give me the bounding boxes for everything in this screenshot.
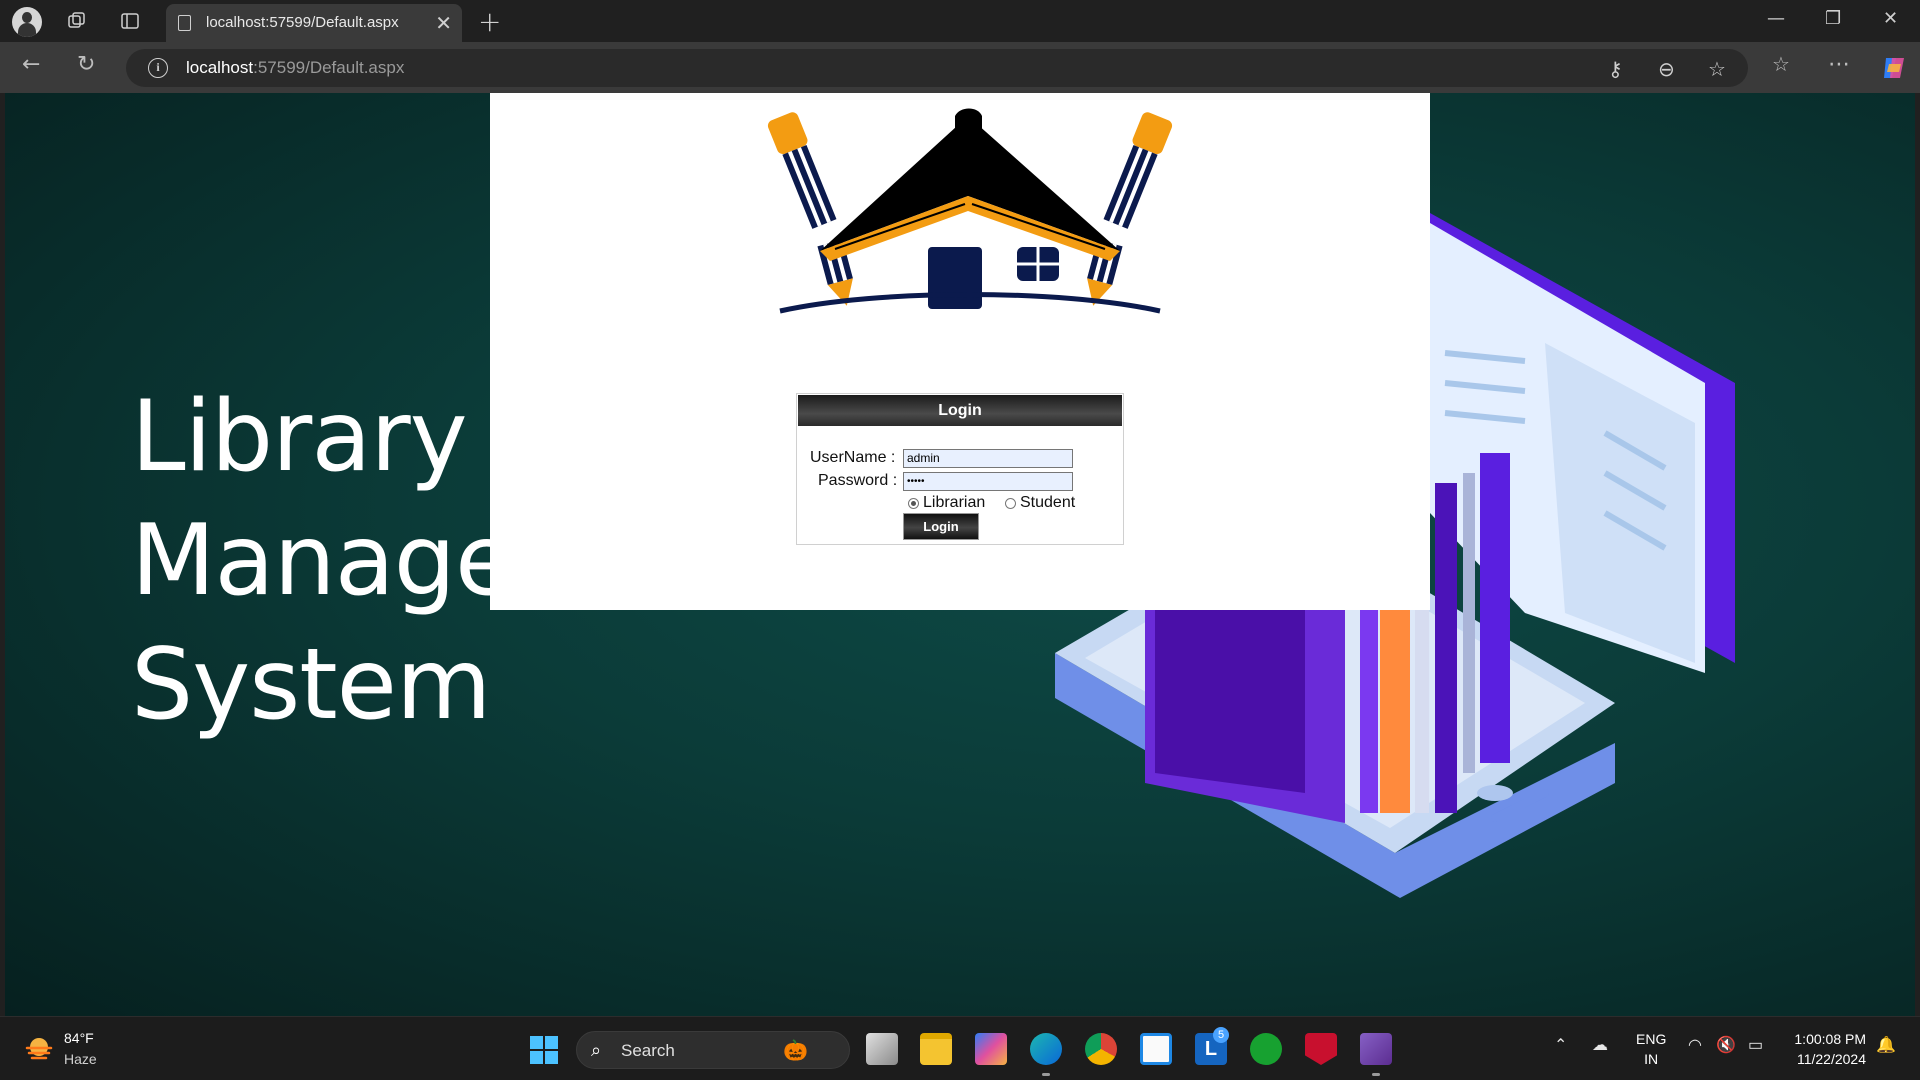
hero-line-3: System <box>131 628 491 742</box>
edge-running-indicator <box>1042 1073 1050 1076</box>
taskbar-search[interactable]: ⌕ Search 🎃 <box>576 1031 850 1069</box>
weather-condition[interactable]: Haze <box>64 1051 97 1067</box>
student-radio[interactable] <box>1005 498 1016 509</box>
page-icon <box>178 15 191 31</box>
edge-icon[interactable] <box>1030 1033 1062 1065</box>
browser-titlebar: localhost:57599/Default.aspx ✕ + — ❐ ✕ <box>0 0 1920 42</box>
workspaces-icon[interactable] <box>62 6 92 36</box>
librarian-label[interactable]: Librarian <box>923 494 985 512</box>
copilot-app-icon[interactable] <box>975 1033 1007 1065</box>
tab-title: localhost:57599/Default.aspx <box>206 14 399 31</box>
windows-taskbar: 84°F Haze ⌕ Search 🎃 L 5 ⌃ ☁ ENG IN ◠ 🔇 … <box>0 1016 1920 1080</box>
restore-icon[interactable]: ❐ <box>1825 8 1841 29</box>
task-view-icon[interactable] <box>866 1033 898 1065</box>
onedrive-cloud-icon[interactable]: ☁ <box>1592 1035 1608 1055</box>
login-header: Login <box>798 395 1122 426</box>
xbox-icon[interactable] <box>1250 1033 1282 1065</box>
library-logo <box>767 108 1173 314</box>
login-form: Login UserName : admin Password : ••••• … <box>796 393 1124 545</box>
close-tab-icon[interactable]: ✕ <box>435 11 452 35</box>
visual-studio-running-indicator <box>1372 1073 1380 1076</box>
avatar-head <box>22 12 32 23</box>
address-bar[interactable]: i localhost:57599/Default.aspx ⚷ ⊖ ☆ <box>126 49 1748 87</box>
zoom-icon[interactable]: ⊖ <box>1658 57 1675 81</box>
close-window-icon[interactable]: ✕ <box>1883 8 1898 29</box>
wifi-icon[interactable]: ◠ <box>1688 1035 1702 1055</box>
mcafee-icon[interactable] <box>1305 1033 1337 1065</box>
new-tab-icon[interactable]: + <box>478 5 501 38</box>
weather-temperature[interactable]: 84°F <box>64 1030 94 1046</box>
back-icon[interactable]: ← <box>22 52 40 77</box>
microsoft-store-icon[interactable] <box>1140 1033 1172 1065</box>
windows-start-icon[interactable] <box>529 1035 559 1065</box>
show-hidden-icons-chevron-icon[interactable]: ⌃ <box>1554 1035 1567 1055</box>
speaker-muted-icon[interactable]: 🔇 <box>1716 1035 1736 1055</box>
chrome-icon[interactable] <box>1085 1033 1117 1065</box>
language-indicator[interactable]: ENG IN <box>1636 1029 1666 1069</box>
password-label: Password : <box>818 472 898 489</box>
tab-default-aspx[interactable]: localhost:57599/Default.aspx ✕ <box>166 4 462 42</box>
file-explorer-icon[interactable] <box>920 1033 952 1065</box>
favorites-icon[interactable]: ☆ <box>1772 52 1790 76</box>
clock-time: 1:00:08 PM <box>1794 1031 1866 1047</box>
avatar-body <box>18 23 36 37</box>
username-label: UserName : <box>810 449 896 466</box>
copilot-icon[interactable] <box>1880 54 1908 82</box>
url-text[interactable]: localhost:57599/Default.aspx <box>186 58 404 78</box>
login-button[interactable]: Login <box>903 513 979 540</box>
search-highlight-pumpkin-icon: 🎃 <box>783 1038 808 1062</box>
battery-icon[interactable]: ▭ <box>1748 1035 1763 1055</box>
favorite-star-icon[interactable]: ☆ <box>1708 57 1726 81</box>
minimize-icon[interactable]: — <box>1767 8 1785 29</box>
search-placeholder: Search <box>621 1041 675 1060</box>
login-panel: Login UserName : admin Password : ••••• … <box>490 93 1430 610</box>
password-key-icon[interactable]: ⚷ <box>1608 57 1623 81</box>
student-label[interactable]: Student <box>1020 494 1075 512</box>
clock-date: 11/22/2024 <box>1796 1051 1866 1067</box>
site-info-icon[interactable]: i <box>148 58 168 78</box>
region-code: IN <box>1644 1051 1659 1067</box>
password-input[interactable]: ••••• <box>903 472 1073 491</box>
language-code: ENG <box>1636 1031 1667 1047</box>
refresh-icon[interactable]: ↻ <box>77 52 95 77</box>
notification-badge: 5 <box>1213 1027 1229 1043</box>
profile-avatar[interactable] <box>12 7 42 37</box>
weather-haze-icon[interactable] <box>24 1034 54 1064</box>
visual-studio-icon[interactable] <box>1360 1033 1392 1065</box>
more-menu-icon[interactable]: ⋯ <box>1828 52 1850 77</box>
vertical-tabs-icon[interactable] <box>115 6 145 36</box>
search-icon: ⌕ <box>591 1040 602 1061</box>
browser-navbar: ← ↻ i localhost:57599/Default.aspx ⚷ ⊖ ☆… <box>0 42 1920 93</box>
username-input[interactable]: admin <box>903 449 1073 468</box>
page-viewport: Library Management System Login UserName… <box>5 93 1915 1016</box>
librarian-radio[interactable] <box>908 498 919 509</box>
notification-bell-icon[interactable]: 🔔 <box>1876 1035 1896 1055</box>
system-clock[interactable]: 1:00:08 PM 11/22/2024 <box>1794 1029 1866 1069</box>
